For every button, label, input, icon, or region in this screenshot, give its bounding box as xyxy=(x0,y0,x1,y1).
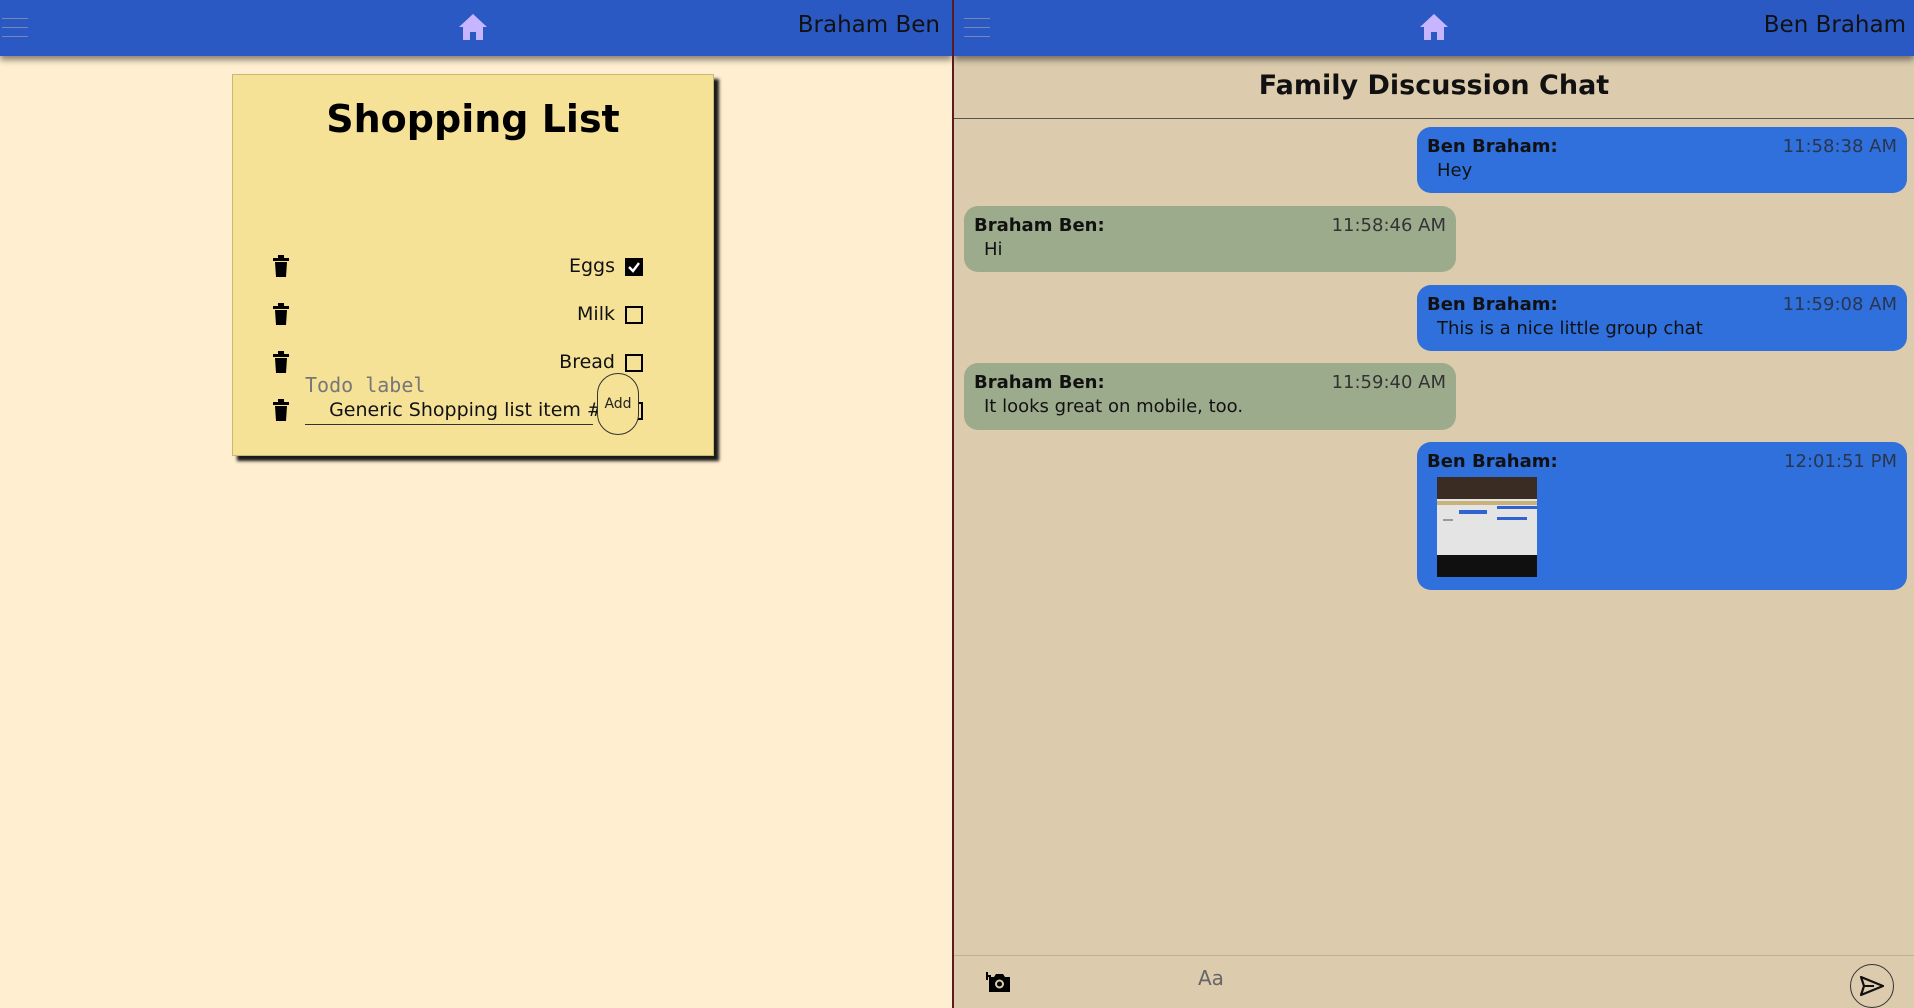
chat-message: Braham Ben: 11:58:46 AM Hi xyxy=(964,206,1456,272)
message-composer xyxy=(954,955,1914,1008)
add-button[interactable]: Add xyxy=(597,373,639,435)
list-item: Eggs xyxy=(233,249,713,283)
send-icon xyxy=(1860,976,1884,996)
message-sender: Braham Ben: xyxy=(974,372,1105,393)
message-sender: Ben Braham: xyxy=(1427,451,1558,472)
item-checkbox[interactable] xyxy=(625,354,643,372)
message-time: 12:01:51 PM xyxy=(1784,451,1897,472)
message-text: Hi xyxy=(984,239,1003,260)
top-bar: Ben Braham xyxy=(954,0,1914,56)
hamburger-menu-icon[interactable] xyxy=(2,14,28,40)
current-username[interactable]: Ben Braham xyxy=(1764,12,1906,38)
chat-message: Ben Braham: 11:58:38 AM Hey xyxy=(1417,127,1907,193)
screenshot-thumbnail xyxy=(1437,477,1537,577)
trash-icon[interactable] xyxy=(273,351,289,373)
trash-icon[interactable] xyxy=(273,255,289,277)
home-icon[interactable] xyxy=(457,12,489,42)
top-bar: Braham Ben xyxy=(0,0,952,56)
trash-icon[interactable] xyxy=(273,303,289,325)
list-item: Milk xyxy=(233,297,713,331)
divider-line xyxy=(954,118,1914,119)
message-time: 11:59:08 AM xyxy=(1782,294,1897,315)
message-text: It looks great on mobile, too. xyxy=(984,396,1244,417)
send-button[interactable] xyxy=(1850,964,1894,1008)
add-photo-camera-icon[interactable] xyxy=(986,970,1010,992)
message-input[interactable] xyxy=(1198,960,1598,996)
shopping-pane: Braham Ben Shopping List Eggs Milk Bread… xyxy=(0,0,952,1008)
chat-message: Ben Braham: 11:59:08 AM This is a nice l… xyxy=(1417,285,1907,351)
current-username[interactable]: Braham Ben xyxy=(798,12,940,38)
message-time: 11:58:38 AM xyxy=(1782,136,1897,157)
message-text: Hey xyxy=(1437,160,1473,181)
chat-pane: Ben Braham Family Discussion Chat Ben Br… xyxy=(954,0,1914,1008)
message-text: This is a nice little group chat xyxy=(1437,318,1703,339)
message-sender: Braham Ben: xyxy=(974,215,1105,236)
shopping-list-title: Shopping List xyxy=(326,97,620,141)
hamburger-menu-icon[interactable] xyxy=(964,14,990,40)
chat-message: Braham Ben: 11:59:40 AM It looks great o… xyxy=(964,363,1456,430)
home-icon[interactable] xyxy=(1418,12,1450,42)
checkmark-icon xyxy=(628,262,640,273)
chat-title: Family Discussion Chat xyxy=(1258,70,1610,101)
chat-message: Ben Braham: 12:01:51 PM xyxy=(1417,442,1907,590)
trash-icon[interactable] xyxy=(273,399,289,421)
message-time: 11:59:40 AM xyxy=(1331,372,1446,393)
message-sender: Ben Braham: xyxy=(1427,294,1558,315)
item-label: Milk xyxy=(577,303,615,325)
item-label: Eggs xyxy=(568,255,615,277)
message-time: 11:58:46 AM xyxy=(1331,215,1446,236)
todo-label-input[interactable] xyxy=(305,365,593,425)
message-sender: Ben Braham: xyxy=(1427,136,1558,157)
shopping-list-card: Shopping List Eggs Milk Bread Generic Sh… xyxy=(232,74,714,456)
item-checkbox[interactable] xyxy=(625,258,643,276)
message-image[interactable] xyxy=(1437,477,1537,577)
item-checkbox[interactable] xyxy=(625,306,643,324)
